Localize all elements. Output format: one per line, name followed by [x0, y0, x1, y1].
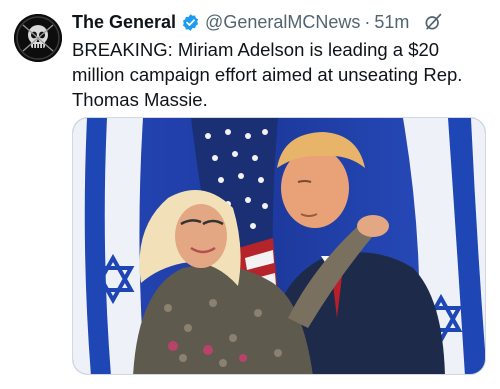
tweet-content: The General @GeneralMCNews · 51m BREAKIN…	[72, 10, 486, 112]
tweet-header: The General @GeneralMCNews · 51m	[72, 10, 486, 34]
grok-icon[interactable]	[423, 12, 443, 32]
separator-dot: ·	[364, 11, 371, 32]
tweet-text: BREAKING: Miriam Adelson is leading a $2…	[72, 39, 463, 110]
author-handle[interactable]: @GeneralMCNews	[205, 12, 360, 33]
author-display-name[interactable]: The General	[72, 12, 176, 33]
verified-badge-icon	[181, 13, 200, 32]
tweet-photo[interactable]	[72, 117, 486, 375]
avatar[interactable]	[14, 14, 62, 62]
skull-logo-image	[14, 14, 62, 62]
photo-image	[73, 118, 485, 374]
tweet-card[interactable]: The General @GeneralMCNews · 51m BREAKIN…	[0, 0, 500, 389]
tweet-timestamp[interactable]: 51m	[374, 12, 409, 33]
left-flag-drape	[73, 118, 145, 374]
